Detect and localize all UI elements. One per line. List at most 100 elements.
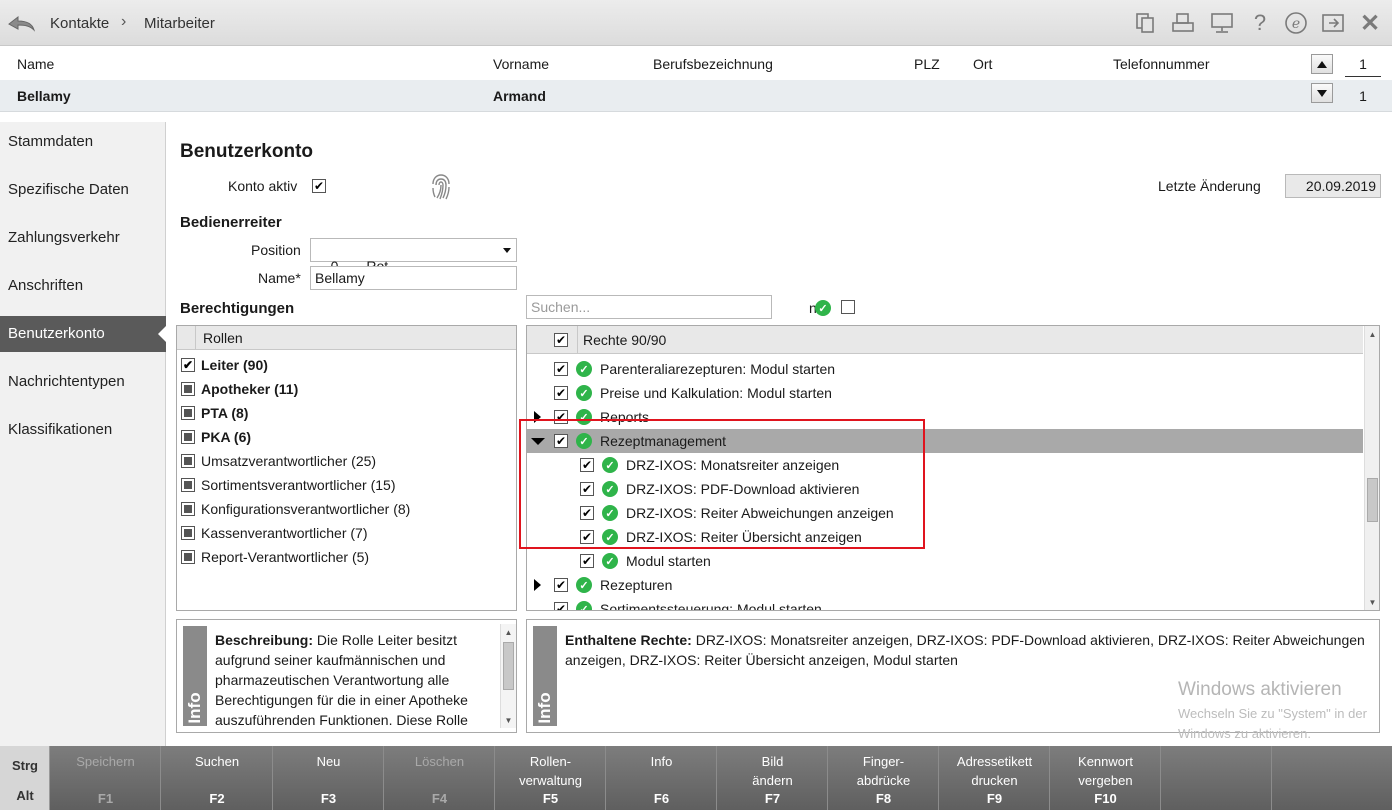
role-checkbox[interactable] <box>181 454 195 468</box>
nur-filter-checkbox[interactable] <box>841 300 855 314</box>
bedienerreiter-heading: Bedienerreiter <box>180 214 282 231</box>
tree-row[interactable]: ✔ ✓ Modul starten <box>580 549 711 573</box>
col-berufsbezeichnung: Berufsbezeichnung <box>653 56 773 72</box>
green-check-icon: ✓ <box>576 361 592 377</box>
role-item[interactable]: Kassenverantwortlicher (7) <box>181 521 368 545</box>
nav-item-spezifische-daten[interactable]: Spezifische Daten <box>0 172 166 208</box>
kennwort-vergeben-button[interactable]: Kennwort vergeben F10 <box>1051 746 1161 810</box>
role-checkbox[interactable] <box>181 430 195 444</box>
info-button[interactable]: Info F6 <box>607 746 717 810</box>
row-checkbox[interactable]: ✔ <box>554 602 568 610</box>
col-name: Name <box>17 56 55 72</box>
row-checkbox[interactable]: ✔ <box>554 386 568 400</box>
role-item[interactable]: Sortimentsverantwortlicher (15) <box>181 473 396 497</box>
top-bar: Kontakte › Mitarbeiter ? e ✕ <box>0 0 1392 46</box>
suchen-button[interactable]: Suchen F2 <box>162 746 273 810</box>
role-item[interactable]: Apotheker (11) <box>181 377 298 401</box>
monitor-icon[interactable] <box>1210 11 1234 35</box>
fkey-label: Speichern <box>76 754 135 769</box>
nav-item-stammdaten[interactable]: Stammdaten <box>0 124 166 160</box>
rollenverwaltung-button[interactable]: Rollen- verwaltung F5 <box>496 746 606 810</box>
scroll-down-button[interactable]: ▼ <box>1365 594 1379 610</box>
fkey-label: Info <box>650 754 673 769</box>
tree-row[interactable]: ✔ ✓ Parenteraliarezepturen: Modul starten <box>554 357 835 381</box>
green-check-icon: ✓ <box>602 553 618 569</box>
role-checkbox[interactable] <box>181 550 195 564</box>
row-label: Sortimentssteuerung: Modul starten <box>600 601 822 611</box>
speichern-button[interactable]: Speichern F1 <box>51 746 161 810</box>
fkey-label: Bild ändern <box>752 754 793 788</box>
rights-scrollbar[interactable]: ▲ ▼ <box>1364 326 1379 610</box>
neu-button[interactable]: Neu F3 <box>274 746 384 810</box>
role-checkbox[interactable] <box>181 406 195 420</box>
page-up-button[interactable] <box>1311 54 1333 74</box>
breadcrumb-kontakte[interactable]: Kontakte <box>50 15 109 32</box>
row-checkbox[interactable]: ✔ <box>554 578 568 592</box>
role-checkbox[interactable]: ✔ <box>181 358 195 372</box>
role-item[interactable]: Umsatzverantwortlicher (25) <box>181 449 376 473</box>
scroll-up-button[interactable]: ▲ <box>501 624 516 640</box>
nav-item-anschriften[interactable]: Anschriften <box>0 268 166 304</box>
nav-item-nachrichtentypen[interactable]: Nachrichtentypen <box>0 364 166 400</box>
description-scrollbar[interactable]: ▲ ▼ <box>500 624 516 728</box>
copy-icon[interactable] <box>1133 11 1157 35</box>
tree-row[interactable]: ✔ ✓ Sortimentssteuerung: Modul starten <box>554 597 822 611</box>
adressetikett-drucken-button[interactable]: Adressetikett drucken F9 <box>940 746 1050 810</box>
name-input[interactable]: Bellamy <box>310 266 517 290</box>
fingerprint-icon[interactable] <box>429 172 453 202</box>
description-label: Beschreibung: <box>215 632 314 648</box>
role-item[interactable]: Report-Verantwortlicher (5) <box>181 545 369 569</box>
role-checkbox[interactable] <box>181 478 195 492</box>
fkey-code: F3 <box>320 791 337 806</box>
nav-item-benutzerkonto[interactable]: Benutzerkonto <box>0 316 167 352</box>
role-item[interactable]: PTA (8) <box>181 401 248 425</box>
tree-row[interactable]: ✔ ✓ Rezepturen <box>534 573 672 597</box>
rights-header: ✔ Rechte 90/90 <box>527 326 1363 354</box>
fkey-code: F8 <box>875 791 892 806</box>
scroll-thumb[interactable] <box>1367 478 1378 522</box>
bild-aendern-button[interactable]: Bild ändern F7 <box>718 746 828 810</box>
role-item[interactable]: PKA (6) <box>181 425 251 449</box>
scroll-down-button[interactable]: ▼ <box>501 712 516 728</box>
exit-window-icon[interactable] <box>1321 11 1345 35</box>
nav-item-klassifikationen[interactable]: Klassifikationen <box>0 412 166 448</box>
help-icon[interactable]: ? <box>1248 10 1272 35</box>
tree-row[interactable]: ✔ ✓ Preise und Kalkulation: Modul starten <box>554 381 832 405</box>
role-checkbox[interactable] <box>181 526 195 540</box>
page-down-button[interactable] <box>1311 83 1333 103</box>
role-checkbox[interactable] <box>181 502 195 516</box>
scroll-thumb[interactable] <box>503 642 514 690</box>
close-icon[interactable]: ✕ <box>1358 10 1382 37</box>
back-arrow-icon[interactable] <box>6 10 36 36</box>
windows-activation-text: Wechseln Sie zu "System" in der Windows … <box>1178 706 1367 741</box>
konto-aktiv-checkbox[interactable]: ✔ <box>312 179 326 193</box>
description-text: Beschreibung: Die Rolle Leiter besitzt a… <box>215 630 495 730</box>
info-tab: Info <box>183 626 207 726</box>
scroll-up-button[interactable]: ▲ <box>1365 326 1379 342</box>
print-icon[interactable] <box>1171 11 1195 35</box>
info-tab-label: Info <box>535 692 554 724</box>
roles-list: Rollen ✔ Leiter (90) Apotheker (11) PTA (… <box>176 325 517 611</box>
role-checkbox[interactable] <box>181 382 195 396</box>
loeschen-button[interactable]: Löschen F4 <box>385 746 495 810</box>
role-item[interactable]: Konfigurationsverantwortlicher (8) <box>181 497 410 521</box>
row-checkbox[interactable]: ✔ <box>580 554 594 568</box>
nav-item-zahlungsverkehr[interactable]: Zahlungsverkehr <box>0 220 166 256</box>
function-key-bar: Strg Alt Speichern F1 Suchen F2 Neu F3 Lösc… <box>0 746 1392 810</box>
rights-header-checkbox[interactable]: ✔ <box>554 333 568 347</box>
row-label: Modul starten <box>626 553 711 569</box>
fingerabdruecke-button[interactable]: Finger- abdrücke F8 <box>829 746 939 810</box>
info-tab: Info <box>533 626 557 726</box>
col-plz: PLZ <box>914 56 940 72</box>
rights-header-divider <box>577 326 578 354</box>
role-item[interactable]: ✔ Leiter (90) <box>181 353 268 377</box>
row-checkbox[interactable]: ✔ <box>554 362 568 376</box>
search-input[interactable]: Suchen... <box>526 295 772 319</box>
e-icon[interactable]: e <box>1284 11 1308 35</box>
position-select[interactable]: 0 - Rot <box>310 238 517 274</box>
header-value-row[interactable]: Bellamy Armand 1 <box>0 80 1392 112</box>
chevron-down-icon <box>503 248 511 253</box>
role-label: Kassenverantwortlicher (7) <box>201 525 368 541</box>
role-label: Report-Verantwortlicher (5) <box>201 549 370 565</box>
expand-arrow-icon[interactable] <box>534 579 541 591</box>
